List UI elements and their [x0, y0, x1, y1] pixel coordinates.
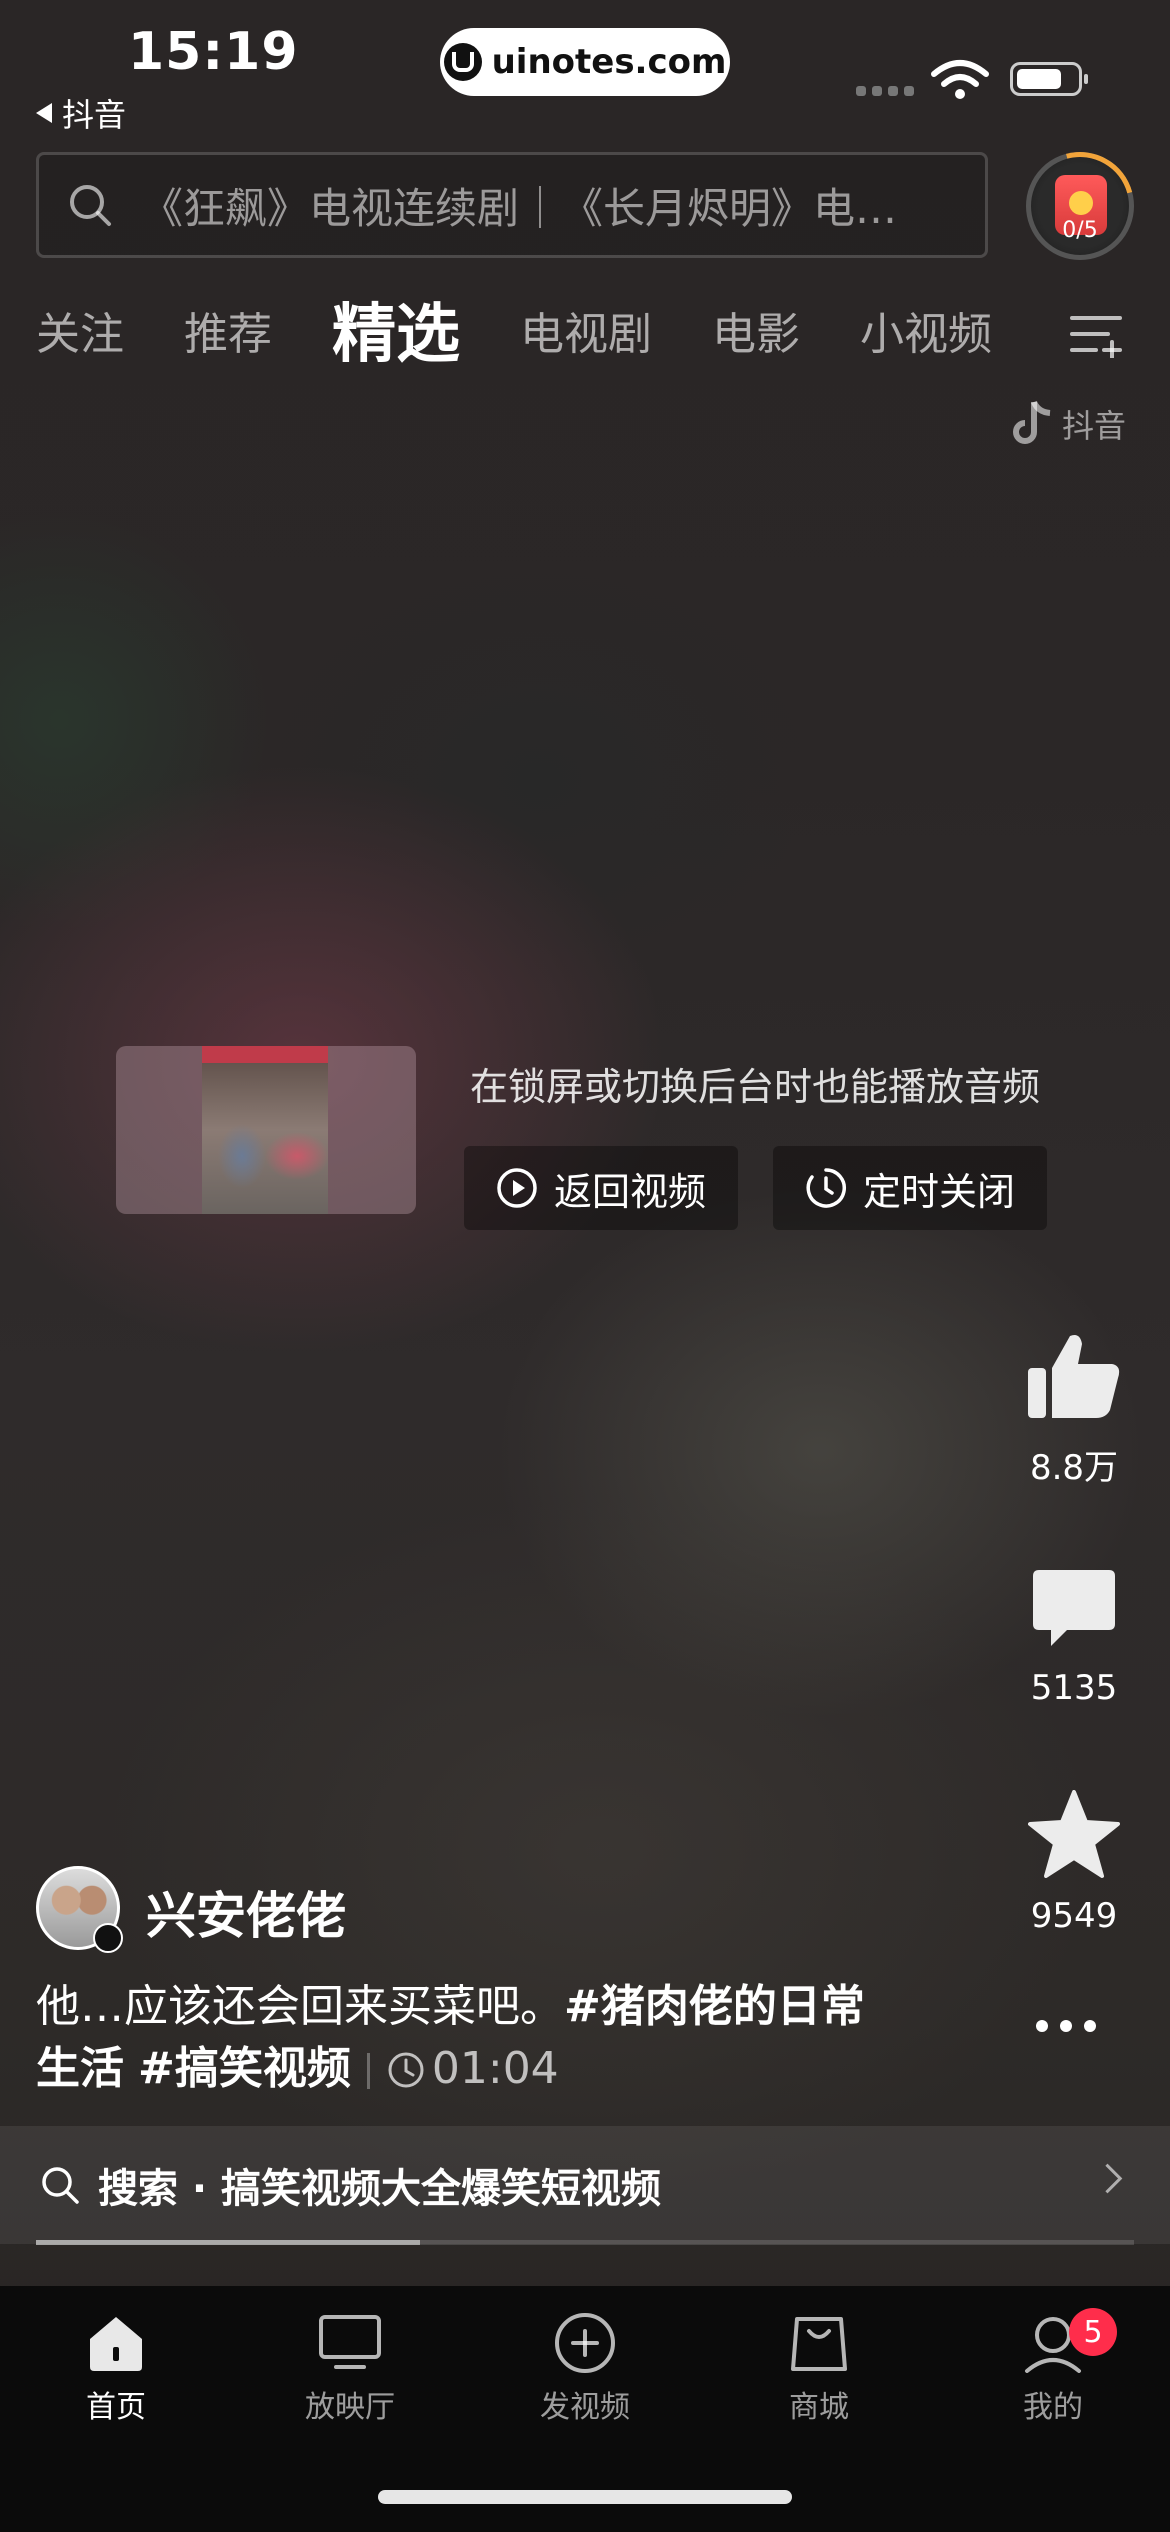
- url-pill: uinotes.com: [440, 28, 730, 96]
- back-to-app[interactable]: 抖音: [36, 90, 126, 136]
- comment-count: 5135: [1030, 1668, 1118, 1708]
- author-name[interactable]: 兴安佬佬: [146, 1876, 346, 1948]
- duration-text: 01:04: [431, 2043, 559, 2094]
- return-to-video-button[interactable]: 返回视频: [464, 1146, 738, 1230]
- tab-recommend[interactable]: 推荐: [184, 290, 272, 380]
- author-avatar[interactable]: [36, 1866, 123, 1953]
- search-bar[interactable]: 《狂飙》电视连续剧｜《长月烬明》电…: [36, 152, 988, 258]
- channel-tabs: 关注 推荐 精选 电视剧 电影 小视频: [36, 290, 1052, 380]
- tv-icon: [319, 2315, 381, 2369]
- play-circle-icon: [497, 1168, 537, 1208]
- nav-post-label: 发视频: [540, 2390, 630, 2425]
- nav-home[interactable]: 首页: [16, 2308, 216, 2426]
- shopping-bag-icon: [791, 2317, 847, 2371]
- wifi-icon: [931, 60, 989, 99]
- url-text: uinotes.com: [491, 42, 727, 82]
- caption-divider: [366, 2053, 370, 2089]
- like-button[interactable]: 8.8万: [1004, 1330, 1144, 1489]
- background-play-message: 在锁屏或切换后台时也能播放音频: [470, 1065, 1041, 1109]
- search-icon: [42, 2167, 79, 2204]
- star-icon: [1028, 1790, 1120, 1878]
- tab-movies[interactable]: 电影: [712, 290, 800, 380]
- douyin-watermark: 抖音: [1010, 400, 1126, 448]
- battery-icon: [1010, 62, 1088, 96]
- tab-featured[interactable]: 精选: [332, 290, 460, 380]
- video-progress-bar[interactable]: [36, 2240, 1134, 2245]
- timer-icon: [806, 1168, 846, 1208]
- tab-short-videos[interactable]: 小视频: [860, 290, 992, 380]
- related-search-bar[interactable]: 搜索 · 搞笑视频大全爆笑短视频: [0, 2126, 1170, 2244]
- back-app-label: 抖音: [62, 96, 127, 134]
- tab-tv-series[interactable]: 电视剧: [520, 290, 652, 380]
- video-thumbnail[interactable]: [116, 1046, 416, 1214]
- nav-shop[interactable]: 商城: [719, 2308, 919, 2426]
- chevron-right-icon: [1092, 2163, 1123, 2194]
- nav-me-label: 我的: [1023, 2390, 1083, 2425]
- search-placeholder: 《狂飙》电视连续剧｜《长月烬明》电…: [141, 183, 898, 233]
- thumbnail-image: [202, 1046, 328, 1214]
- cellular-signal-icon: [856, 86, 914, 96]
- watermark-text: 抖音: [1062, 407, 1127, 445]
- screen: 15:19 抖音 uinotes.com 《狂飙》电视连续剧｜《长月烬明》电… …: [0, 0, 1170, 2532]
- timer-close-label: 定时关闭: [862, 1169, 1015, 1214]
- nav-cinema[interactable]: 放映厅: [250, 2308, 450, 2426]
- reward-progress-count: 0/5: [1062, 218, 1098, 243]
- channel-menu-icon[interactable]: [1070, 312, 1122, 358]
- comment-bubble-icon: [1033, 1570, 1115, 1646]
- timer-close-button[interactable]: 定时关闭: [773, 1146, 1047, 1230]
- nav-cinema-label: 放映厅: [305, 2390, 395, 2425]
- video-duration: 01:04: [386, 2043, 559, 2094]
- home-indicator[interactable]: [378, 2490, 792, 2504]
- uinotes-logo-icon: [443, 43, 482, 81]
- home-icon: [90, 2317, 142, 2371]
- reward-task-button[interactable]: 0/5: [1006, 132, 1154, 280]
- douyin-badge-icon: [93, 1923, 123, 1953]
- return-to-video-label: 返回视频: [553, 1169, 706, 1214]
- favorite-count: 9549: [1030, 1896, 1118, 1936]
- nav-me[interactable]: 我的 5: [953, 2308, 1153, 2426]
- nav-shop-label: 商城: [789, 2390, 849, 2425]
- comment-button[interactable]: 5135: [1004, 1568, 1144, 1708]
- status-time: 15:19: [128, 22, 299, 82]
- plus-circle-icon: [555, 2313, 615, 2373]
- clock-icon: [388, 2052, 424, 2088]
- hashtag-funny-video[interactable]: #搞笑视频: [138, 2043, 351, 2094]
- video-progress-fill: [36, 2240, 421, 2245]
- thumbs-up-icon: [1028, 1335, 1120, 1418]
- related-search-label: 搜索 · 搞笑视频大全爆笑短视频: [98, 2166, 662, 2212]
- nav-post-video[interactable]: 发视频: [485, 2308, 685, 2426]
- favorite-button[interactable]: 9549: [1004, 1790, 1144, 1936]
- search-icon: [70, 185, 111, 226]
- notification-badge: 5: [1069, 2308, 1117, 2356]
- back-arrow-icon: [36, 103, 52, 123]
- nav-home-label: 首页: [86, 2390, 146, 2425]
- like-count: 8.8万: [1029, 1448, 1119, 1488]
- tab-follow[interactable]: 关注: [36, 290, 124, 380]
- more-options-icon[interactable]: [1036, 2020, 1096, 2032]
- douyin-logo-icon: [1013, 400, 1051, 444]
- video-caption: 他…应该还会回来买菜吧。#猪肉佬的日常生活 #搞笑视频 01:04: [36, 1976, 896, 2100]
- caption-text: 他…应该还会回来买菜吧。: [36, 1981, 564, 2032]
